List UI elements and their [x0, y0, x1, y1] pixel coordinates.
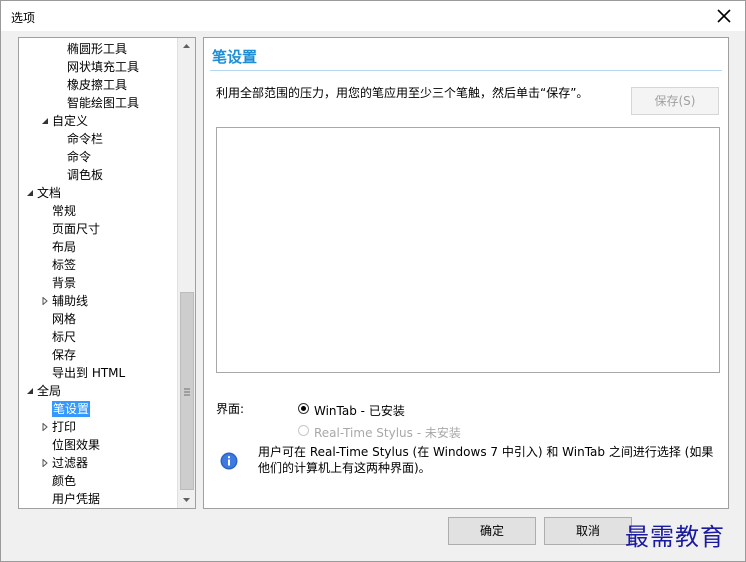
tree-item-label: 保存 [52, 348, 77, 362]
scroll-down-button[interactable] [178, 491, 195, 508]
tree-item-label: 位图效果 [52, 438, 101, 452]
tree-item[interactable]: 网状填充工具 [67, 58, 139, 76]
tree-item[interactable]: 过滤器 [42, 454, 89, 472]
collapsed-arrow-icon[interactable] [41, 297, 49, 305]
expanded-arrow-icon[interactable] [26, 189, 34, 197]
options-dialog: 选项 椭圆形工具网状填充工具 橡皮擦工具智能绘图工具自定义命令栏命令调色板 文档常规… [0, 0, 746, 562]
tree-item[interactable]: 椭圆形工具 [67, 40, 127, 58]
tree-item-label: 导出到 HTML [52, 366, 126, 380]
tree-item[interactable]: 位图效果 [52, 436, 100, 454]
tree-item-label: 布局 [52, 240, 77, 254]
ok-button[interactable]: 确定 [448, 517, 536, 545]
tree-item-label: 辅助线 [52, 294, 89, 308]
tree-item[interactable]: 保存 [52, 346, 76, 364]
tree-item-label: 智能绘图工具 [67, 96, 140, 110]
title-bar: 选项 [1, 1, 745, 31]
wintab-label: WinTab - 已安装 [314, 404, 405, 418]
watermark-logo: 最需教育 [625, 523, 725, 551]
radio-checked-icon [298, 403, 309, 414]
tree-item[interactable]: 全局 [27, 382, 62, 400]
title-divider [210, 70, 722, 71]
expanded-arrow-icon[interactable] [41, 117, 49, 125]
tree-item-label: 页面尺寸 [52, 222, 101, 236]
tree-item[interactable]: 布局 [52, 238, 76, 256]
tree-item-label: 文档 [37, 186, 62, 200]
tree-item[interactable]: 颜色 [52, 472, 76, 490]
close-button[interactable] [713, 5, 735, 27]
collapsed-arrow-icon[interactable] [41, 423, 49, 431]
tree-item[interactable]: 智能绘图工具 [67, 94, 139, 112]
tree-item[interactable]: 自定义 [42, 112, 89, 130]
tree-item-label: 椭圆形工具 [67, 42, 128, 56]
tree-item-label: 自定义 [52, 114, 89, 128]
window-title: 选项 [11, 11, 36, 25]
expanded-arrow-icon[interactable] [26, 387, 34, 395]
scroll-up-button[interactable] [178, 38, 195, 55]
realtime-stylus-label: Real-Time Stylus - 未安装 [314, 426, 461, 440]
tree-item-label: 网状填充工具 [67, 60, 140, 74]
tree-item[interactable]: 用户凭据 [52, 490, 100, 508]
tree-item-label: 网格 [52, 312, 77, 326]
panel-title: 笔设置 [212, 48, 258, 66]
tree-item-label: 用户凭据 [52, 492, 101, 506]
cancel-button[interactable]: 取消 [544, 517, 632, 545]
chevron-up-icon [183, 44, 190, 48]
chevron-down-icon [183, 498, 190, 502]
tree-item[interactable]: 命令 [67, 148, 91, 166]
tree-item-label: 全局 [37, 384, 62, 398]
tree-item-label: 背景 [52, 276, 77, 290]
tree-item-label: 打印 [52, 420, 77, 434]
grip-icon [184, 388, 190, 396]
tree-item[interactable]: 笔设置 [52, 400, 91, 418]
scroll-thumb[interactable] [180, 292, 194, 490]
tree-item-label: 标签 [52, 258, 77, 272]
tree-item[interactable]: 导出到 HTML [52, 364, 125, 382]
tree-item[interactable]: 标签 [52, 256, 76, 274]
settings-panel: 笔设置 利用全部范围的压力，用您的笔应用至少三个笔触，然后单击“保存”。 保存(… [203, 37, 729, 509]
info-icon [220, 452, 238, 470]
tree-item[interactable]: 标尺 [52, 328, 76, 346]
close-icon [717, 9, 731, 23]
tree-item-label: 命令 [67, 150, 92, 164]
tree-item[interactable]: 橡皮擦工具 [67, 76, 127, 94]
tree-item[interactable]: 打印 [42, 418, 77, 436]
tree-item-label: 笔设置 [52, 401, 91, 417]
interface-label: 界面: [216, 402, 245, 416]
tree-item-label: 常规 [52, 204, 77, 218]
info-text: 用户可在 Real-Time Stylus (在 Windows 7 中引入) … [258, 445, 714, 475]
tree-item-label: 过滤器 [52, 456, 89, 470]
category-tree[interactable]: 椭圆形工具网状填充工具 橡皮擦工具智能绘图工具自定义命令栏命令调色板 文档常规页面尺… [18, 37, 196, 509]
tree-item[interactable]: 页面尺寸 [52, 220, 100, 238]
tree-item[interactable]: 辅助线 [42, 292, 89, 310]
tree-item[interactable]: 文档 [27, 184, 62, 202]
tree-item[interactable]: 常规 [52, 202, 76, 220]
tree-item-label: 颜色 [52, 474, 77, 488]
stroke-drawing-area[interactable] [216, 127, 720, 373]
tree-item-label: 命令栏 [67, 132, 104, 146]
collapsed-arrow-icon[interactable] [41, 459, 49, 467]
tree-item-label: 调色板 [67, 168, 104, 182]
tree-scrollbar[interactable] [177, 38, 195, 508]
tree-item-label: 标尺 [52, 330, 77, 344]
tree-item[interactable]: 背景 [52, 274, 76, 292]
tree-item[interactable]: 调色板 [67, 166, 103, 184]
instruction-text: 利用全部范围的压力，用您的笔应用至少三个笔触，然后单击“保存”。 [216, 86, 589, 100]
tree-item-label: 橡皮擦工具 [67, 78, 128, 92]
tree-item[interactable]: 网格 [52, 310, 76, 328]
radio-unchecked-icon [298, 425, 309, 436]
tree-item[interactable]: 命令栏 [67, 130, 103, 148]
save-button[interactable]: 保存(S) [631, 87, 719, 115]
